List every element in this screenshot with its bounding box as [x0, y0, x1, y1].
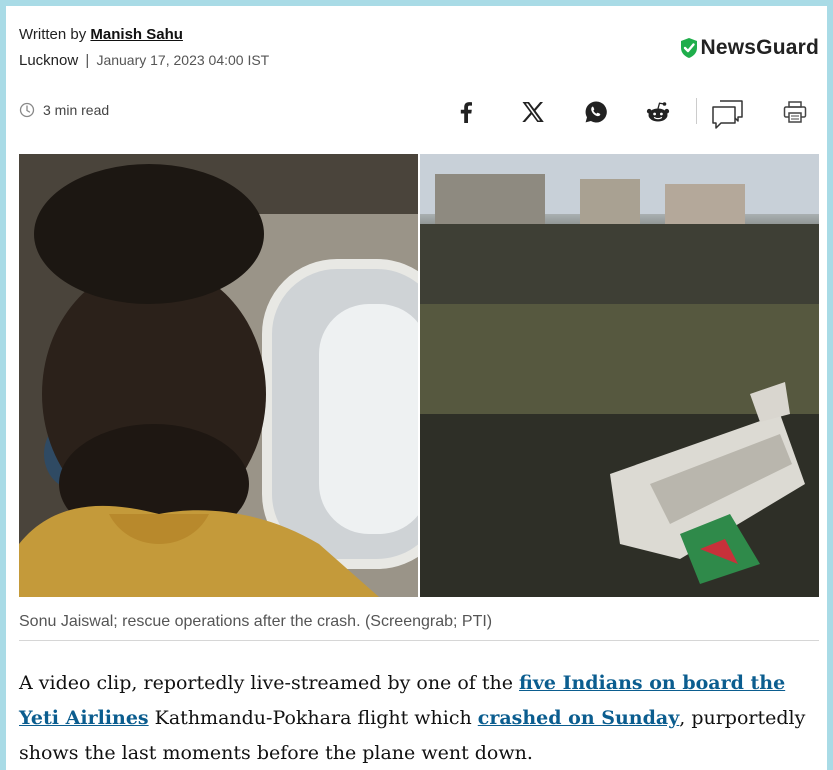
share-divider — [696, 98, 697, 124]
article-text-2: Kathmandu-Pokhara flight which — [148, 707, 478, 729]
whatsapp-icon — [585, 101, 607, 123]
reddit-share-button[interactable] — [643, 96, 673, 128]
caption-divider — [19, 640, 819, 641]
print-button[interactable] — [781, 96, 809, 128]
comment-icon — [712, 100, 743, 129]
byline: Written by Manish Sahu — [19, 26, 183, 43]
print-icon — [783, 101, 807, 123]
byline-prefix: Written by — [19, 26, 87, 43]
newsguard-badge[interactable]: NewsGuard — [679, 36, 820, 60]
comments-button[interactable] — [710, 98, 746, 130]
article-text-1: A video clip, reportedly live-streamed b… — [19, 672, 520, 694]
crashed-on-sunday-link[interactable]: crashed on Sunday — [478, 707, 679, 729]
reddit-icon — [646, 102, 670, 122]
article-body: A video clip, reportedly live-streamed b… — [19, 666, 819, 770]
dateline-separator: | — [85, 52, 90, 69]
whatsapp-share-button[interactable] — [582, 96, 610, 128]
x-share-button[interactable] — [519, 96, 547, 128]
x-icon — [522, 102, 544, 122]
article-image — [19, 154, 819, 597]
location-city: Lucknow — [19, 52, 79, 69]
newsguard-label: NewsGuard — [700, 36, 819, 59]
author-link[interactable]: Manish Sahu — [90, 26, 183, 43]
facebook-share-button[interactable] — [454, 96, 478, 128]
photo-man-in-plane — [19, 154, 418, 597]
article-page: Written by Manish Sahu Lucknow | January… — [6, 6, 827, 770]
photo-man-illustration — [19, 154, 418, 597]
photo-crash-site — [420, 154, 819, 597]
clock-icon — [19, 102, 35, 118]
photo-crash-illustration — [420, 154, 819, 597]
image-caption: Sonu Jaiswal; rescue operations after th… — [19, 613, 493, 630]
dateline: Lucknow | January 17, 2023 04:00 IST — [19, 52, 269, 69]
read-time: 3 min read — [19, 102, 109, 118]
publish-date: January 17, 2023 04:00 IST — [96, 52, 270, 68]
shield-check-icon — [680, 38, 697, 58]
facebook-icon — [460, 102, 472, 123]
read-time-label: 3 min read — [43, 102, 110, 118]
